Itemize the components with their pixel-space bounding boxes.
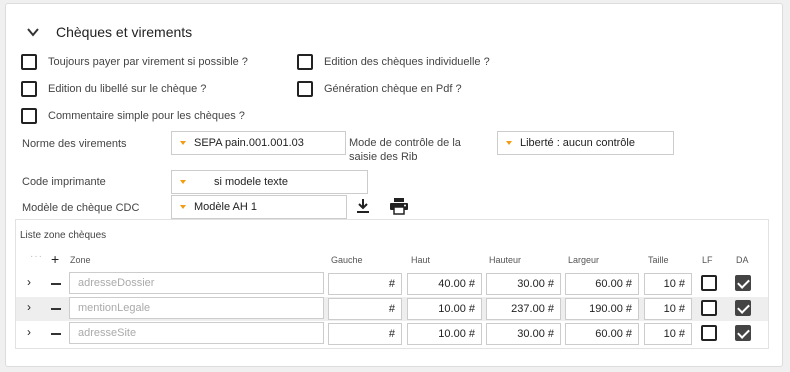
option-label: Toujours payer par virement si possible … — [48, 56, 248, 68]
code-select[interactable]: si modele texte — [171, 170, 368, 194]
mode-select[interactable]: Liberté : aucun contrôle — [497, 131, 674, 155]
mode-value: Liberté : aucun contrôle — [520, 137, 635, 149]
option-commentaire[interactable]: Commentaire simple pour les chèques ? — [21, 108, 245, 124]
norme-label: Norme des virements — [22, 138, 127, 150]
da-checkbox[interactable] — [735, 275, 751, 291]
lf-checkbox[interactable] — [701, 275, 717, 291]
gauche-field[interactable]: # — [328, 323, 402, 345]
haut-field[interactable]: 40.00 # — [407, 273, 482, 295]
modele-value: Modèle AH 1 — [194, 201, 257, 213]
checkbox[interactable] — [21, 81, 37, 97]
drag-handle: ··· — [30, 251, 43, 262]
hauteur-field[interactable]: 30.00 # — [486, 273, 561, 295]
modele-select[interactable]: Modèle AH 1 — [171, 195, 347, 219]
section-title: Chèques et virements — [56, 24, 193, 40]
checkbox[interactable] — [21, 54, 37, 70]
download-button[interactable] — [353, 196, 373, 216]
option-libelle[interactable]: Edition du libellé sur le chèque ? — [21, 81, 206, 97]
checkbox[interactable] — [297, 81, 313, 97]
section-header[interactable]: Chèques et virements — [26, 24, 192, 40]
zone-field[interactable]: mentionLegale — [69, 297, 324, 319]
mode-label: Mode de contrôle de la saisie des Rib — [349, 137, 461, 163]
zone-field[interactable]: adresseDossier — [69, 272, 324, 294]
largeur-field[interactable]: 60.00 # — [565, 323, 639, 345]
col-lf: LF — [702, 255, 713, 265]
gauche-field[interactable]: # — [328, 298, 402, 320]
chevron-down-icon — [180, 205, 186, 209]
option-cheques-individuelle[interactable]: Edition des chèques individuelle ? — [297, 54, 490, 70]
add-row-button[interactable]: + — [51, 251, 59, 267]
remove-row-button[interactable] — [51, 308, 61, 310]
haut-field[interactable]: 10.00 # — [407, 323, 482, 345]
remove-row-button[interactable] — [51, 333, 61, 335]
option-label: Commentaire simple pour les chèques ? — [48, 110, 245, 122]
code-label: Code imprimante — [22, 176, 106, 188]
option-label: Génération chèque en Pdf ? — [324, 83, 462, 95]
taille-field[interactable]: 10 # — [644, 323, 692, 345]
col-gauche: Gauche — [331, 255, 363, 265]
col-zone: Zone — [70, 255, 91, 265]
modele-label: Modèle de chèque CDC — [22, 202, 140, 214]
expand-icon[interactable]: › — [27, 300, 31, 314]
download-icon — [357, 199, 369, 213]
chevron-down-icon — [180, 141, 186, 145]
option-pdf[interactable]: Génération chèque en Pdf ? — [297, 81, 462, 97]
norme-select[interactable]: SEPA pain.001.001.03 — [171, 131, 346, 155]
chevron-down-icon — [180, 180, 186, 184]
col-haut: Haut — [411, 255, 431, 265]
expand-icon[interactable]: › — [27, 275, 31, 289]
checkbox[interactable] — [297, 54, 313, 70]
taille-field[interactable]: 10 # — [644, 298, 692, 320]
largeur-field[interactable]: 60.00 # — [565, 273, 639, 295]
hauteur-field[interactable]: 30.00 # — [486, 323, 561, 345]
zone-field[interactable]: adresseSite — [69, 322, 324, 344]
option-label: Edition du libellé sur le chèque ? — [48, 83, 207, 95]
haut-field[interactable]: 10.00 # — [407, 298, 482, 320]
largeur-field[interactable]: 190.00 # — [565, 298, 639, 320]
da-checkbox[interactable] — [735, 300, 751, 316]
zone-list-title: Liste zone chèques — [20, 230, 107, 241]
code-value: si modele texte — [214, 176, 288, 188]
da-checkbox[interactable] — [735, 325, 751, 341]
checkbox[interactable] — [21, 108, 37, 124]
print-button[interactable] — [389, 196, 409, 216]
remove-row-button[interactable] — [51, 283, 61, 285]
lf-checkbox[interactable] — [701, 300, 717, 316]
norme-value: SEPA pain.001.001.03 — [194, 137, 304, 149]
chevron-down-icon[interactable] — [26, 25, 40, 39]
col-da: DA — [736, 255, 749, 265]
hauteur-field[interactable]: 237.00 # — [486, 298, 561, 320]
option-virement[interactable]: Toujours payer par virement si possible … — [21, 54, 248, 70]
chevron-down-icon — [506, 141, 512, 145]
option-label: Edition des chèques individuelle ? — [324, 56, 490, 68]
gauche-field[interactable]: # — [328, 273, 402, 295]
col-hauteur: Hauteur — [489, 255, 522, 265]
lf-checkbox[interactable] — [701, 325, 717, 341]
taille-field[interactable]: 10 # — [644, 273, 692, 295]
col-taille: Taille — [648, 255, 669, 265]
expand-icon[interactable]: › — [27, 325, 31, 339]
col-largeur: Largeur — [568, 255, 600, 265]
printer-icon — [390, 198, 408, 215]
